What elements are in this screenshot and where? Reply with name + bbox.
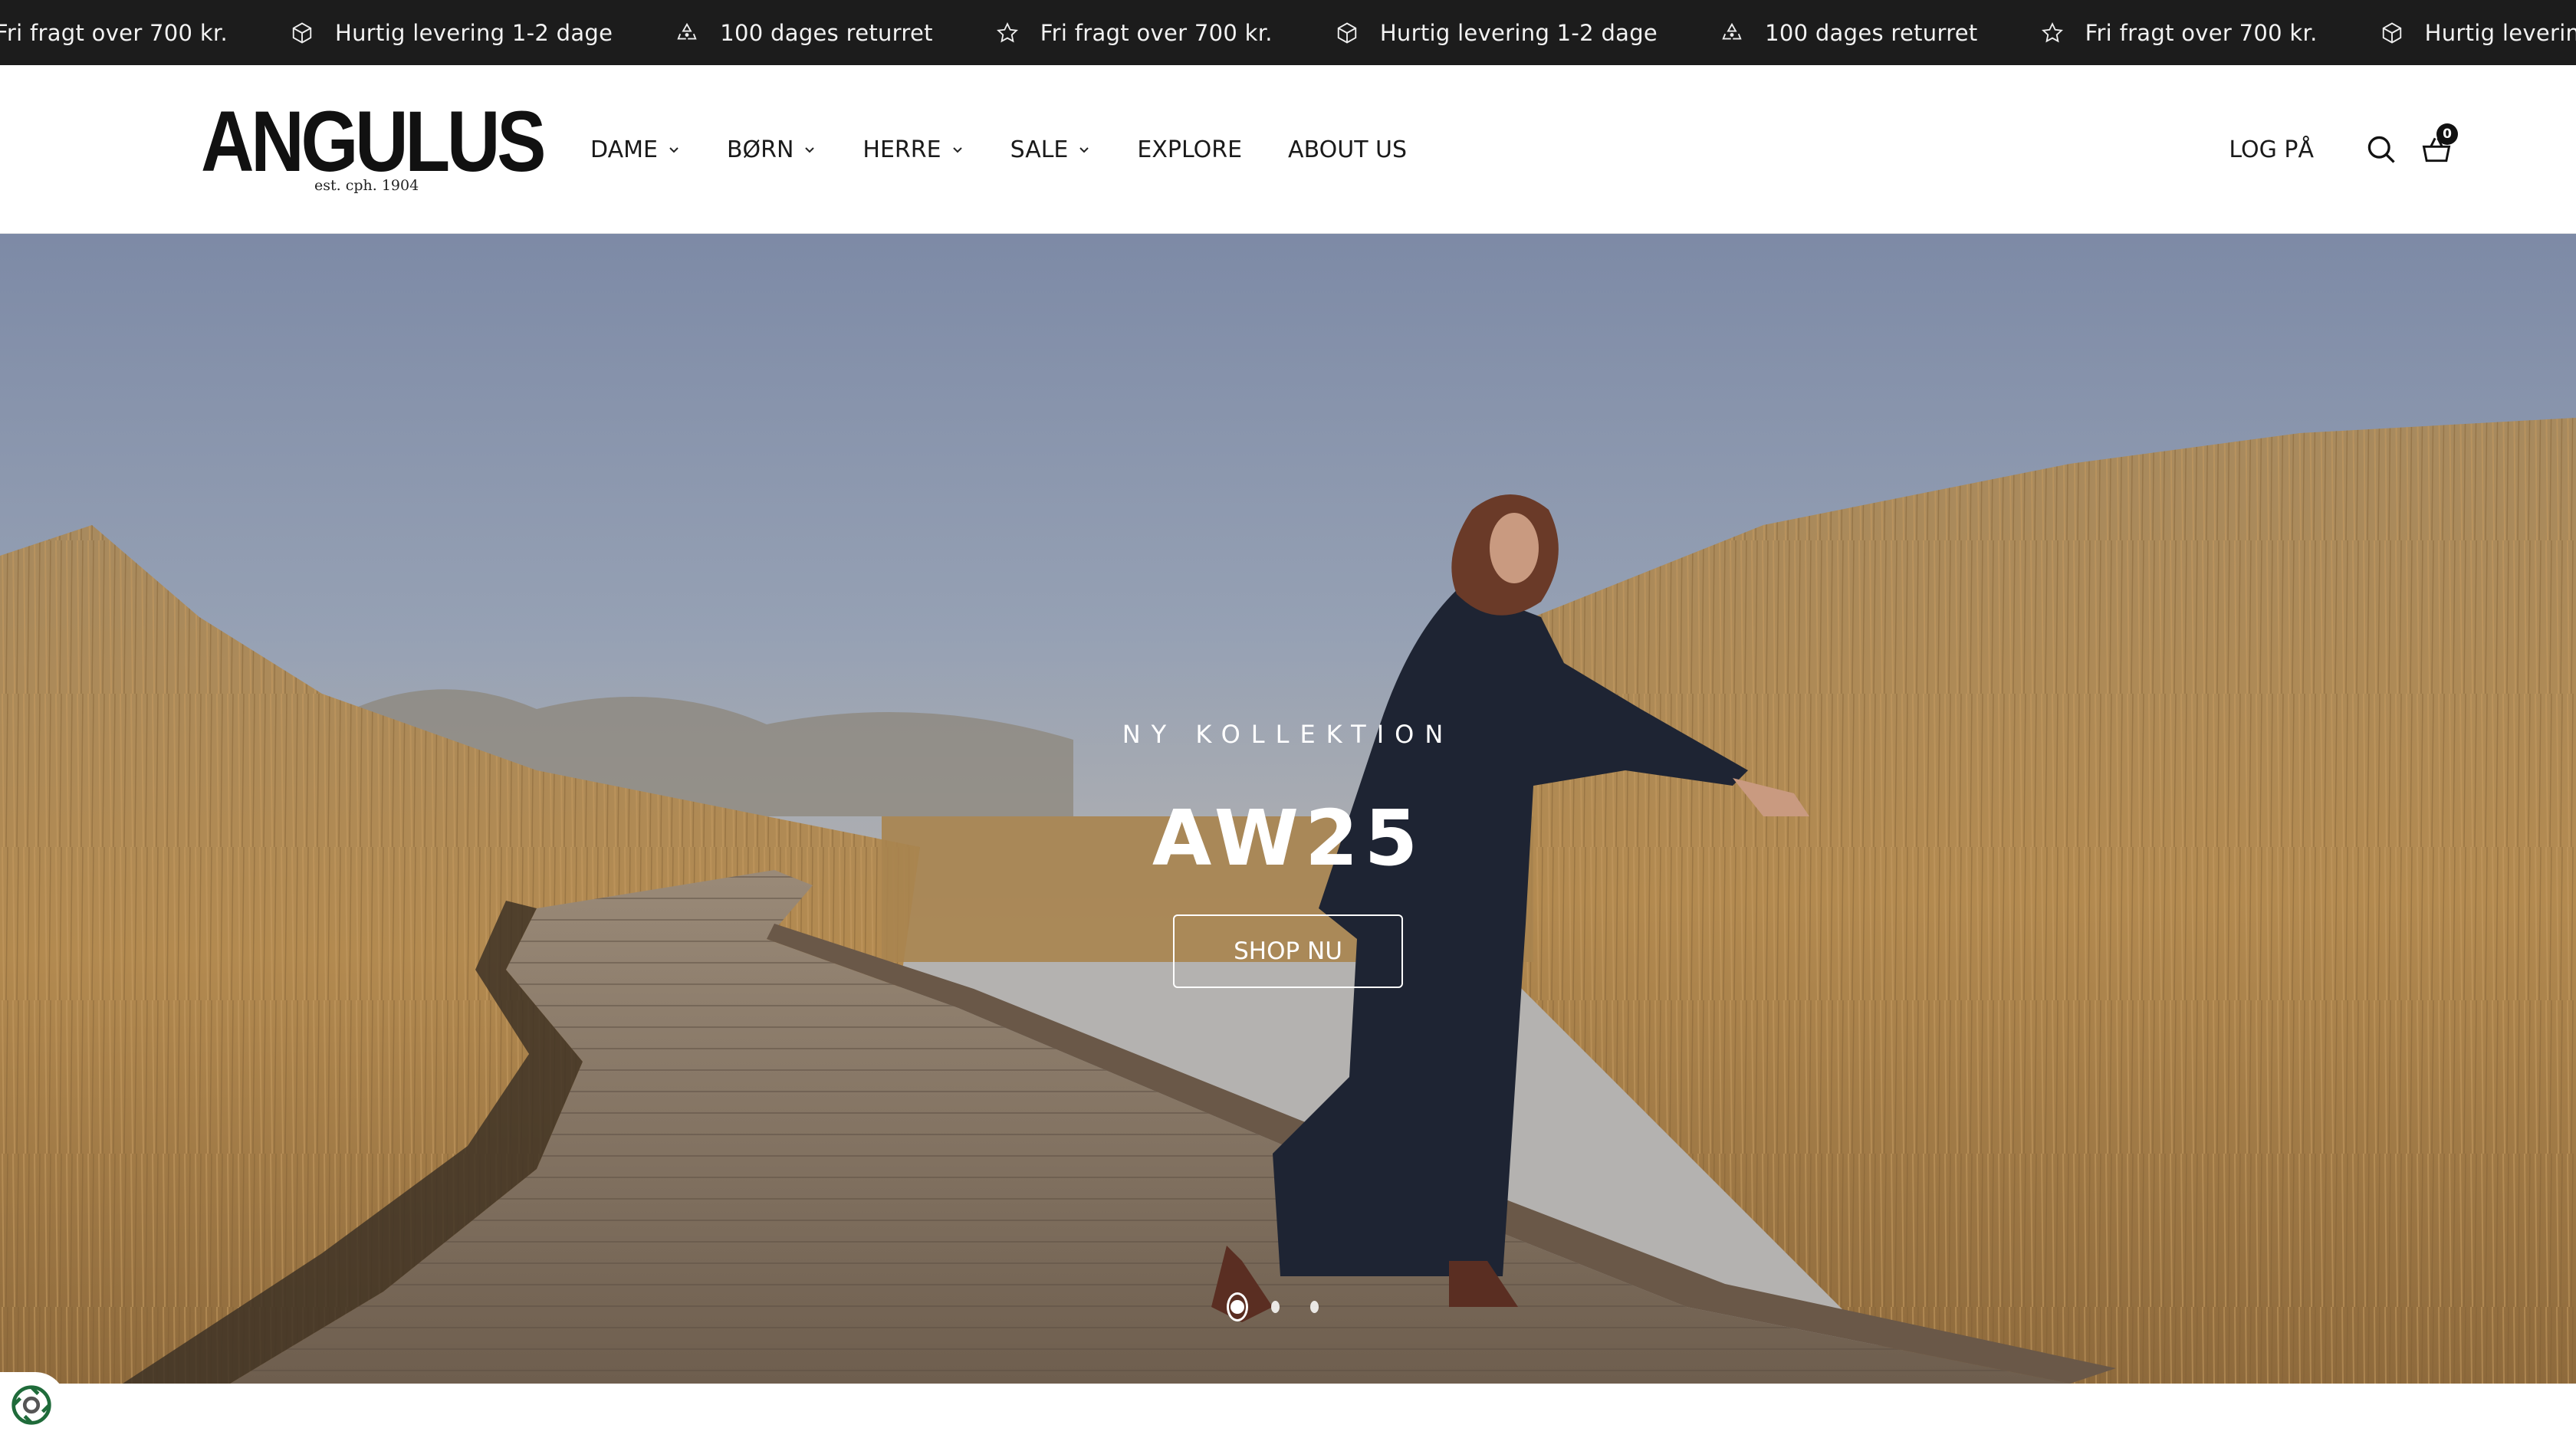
- nav-item-explore[interactable]: EXPLORE: [1137, 136, 1242, 163]
- slide-dot-3[interactable]: [1310, 1301, 1319, 1313]
- slide-dot-1[interactable]: [1227, 1292, 1248, 1321]
- announcement-text: 100 dages returret: [1765, 19, 1978, 46]
- nav-label: DAME: [590, 136, 658, 163]
- slide-dot-2[interactable]: [1271, 1301, 1280, 1313]
- announcement-item: 100 dages returret: [675, 20, 996, 46]
- announcement-text: 100 dages returret: [720, 19, 933, 46]
- login-link[interactable]: LOG PÅ: [2229, 136, 2314, 163]
- announcement-text: Fri fragt over 700 kr.: [0, 19, 228, 46]
- brand-logo[interactable]: ANGULUS est. cph. 1904: [201, 99, 546, 199]
- cart-count-badge: 0: [2436, 123, 2458, 145]
- announcement-item: 100 dages returret: [1720, 20, 2041, 46]
- recycle-badge-icon: [12, 1385, 51, 1425]
- announcement-item: Hurtig levering 1-2 dage: [2380, 20, 2576, 46]
- recycle-icon: [1722, 22, 1742, 39]
- announcement-track: Fri fragt over 700 kr. Hurtig levering 1…: [0, 0, 2576, 65]
- nav-item-about-us[interactable]: ABOUT US: [1288, 136, 1407, 163]
- nav-label: SALE: [1010, 136, 1069, 163]
- announcement-item: Fri fragt over 700 kr.: [996, 20, 1336, 46]
- header-actions: LOG PÅ 0: [2229, 65, 2458, 234]
- chevron-down-icon: [1079, 147, 1089, 153]
- search-icon: [2367, 136, 2395, 163]
- site-header: ANGULUS est. cph. 1904 DAME BØRN HERRE S…: [0, 65, 2576, 234]
- nav-item-herre[interactable]: HERRE: [863, 136, 964, 163]
- announcement-text: Fri fragt over 700 kr.: [1040, 19, 1273, 46]
- search-button[interactable]: [2364, 133, 2398, 166]
- logo-wordmark: ANGULUS: [201, 94, 546, 189]
- chevron-down-icon: [669, 147, 678, 153]
- announcement-text: Hurtig levering 1-2 dage: [1379, 19, 1658, 46]
- star-icon: [996, 21, 1018, 43]
- box-icon: [2382, 21, 2401, 44]
- box-icon: [292, 21, 312, 44]
- announcement-text: Hurtig levering 1-2 dage: [2424, 19, 2576, 46]
- nav-label: EXPLORE: [1137, 136, 1243, 163]
- announcement-bar: Fri fragt over 700 kr. Hurtig levering 1…: [0, 0, 2576, 65]
- hero-headline: AW25: [1152, 793, 1424, 883]
- announcement-item: Fri fragt over 700 kr.: [0, 20, 291, 46]
- chevron-down-icon: [952, 147, 962, 153]
- cart-button[interactable]: 0: [2420, 123, 2458, 166]
- nav-label: ABOUT US: [1288, 136, 1408, 163]
- eco-badge[interactable]: [0, 1372, 66, 1438]
- announcement-text: Hurtig levering 1-2 dage: [335, 19, 613, 46]
- nav-label: HERRE: [863, 136, 941, 163]
- box-icon: [1337, 21, 1356, 44]
- logo-tagline: est. cph. 1904: [314, 177, 419, 194]
- slider-pagination: [1227, 1292, 1349, 1322]
- nav-item-dame[interactable]: DAME: [590, 136, 681, 163]
- announcement-text: Fri fragt over 700 kr.: [2085, 19, 2318, 46]
- announcement-item: Hurtig levering 1-2 dage: [1336, 20, 1720, 46]
- hero-banner: NY KOLLEKTION AW25 SHOP NU: [0, 234, 2576, 1384]
- hero-eyebrow: NY KOLLEKTION: [1122, 720, 1454, 749]
- nav-item-born[interactable]: BØRN: [727, 136, 816, 163]
- announcement-item: Fri fragt over 700 kr.: [2041, 20, 2380, 46]
- recycle-icon: [677, 22, 697, 39]
- chevron-down-icon: [805, 147, 815, 153]
- hero-content: NY KOLLEKTION AW25 SHOP NU: [0, 234, 2576, 1384]
- nav-label: BØRN: [726, 136, 794, 163]
- nav-item-sale[interactable]: SALE: [1010, 136, 1092, 163]
- star-icon: [2041, 21, 2063, 43]
- main-nav: DAME BØRN HERRE SALE EXPLORE ABOUT US: [590, 65, 1453, 234]
- announcement-item: Hurtig levering 1-2 dage: [291, 20, 675, 46]
- shop-now-button[interactable]: SHOP NU: [1173, 914, 1403, 988]
